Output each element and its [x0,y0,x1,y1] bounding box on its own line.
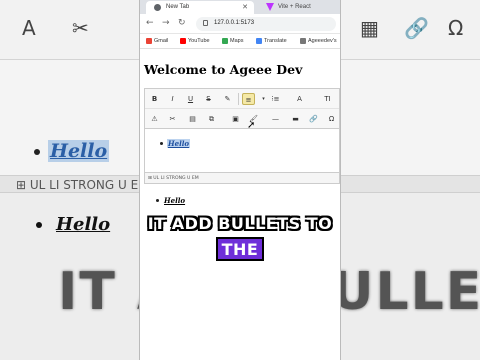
bookmark-label: YouTube [188,38,210,44]
strikethrough-button[interactable]: S [202,93,215,105]
navigation-bar: ← → ↻ 127.0.0.1:5173 [140,14,340,34]
bookmark-label: Maps [230,38,244,44]
rendered-output-item: Hello [164,196,186,205]
bullet-icon [156,199,159,202]
caption-line-2: THE [215,237,265,261]
font-color-button[interactable]: A [293,93,306,105]
bookmark-label: Ageeedev's [308,38,337,44]
back-icon[interactable]: ← [146,18,154,28]
bookmark-translate[interactable]: Translate [256,38,287,44]
bg-editor-hello: Hello [33,140,110,162]
tab-label: New Tab [166,4,190,10]
bullet-icon [160,142,163,145]
chrome-icon [154,4,161,11]
font-size-button[interactable]: TI [321,93,334,105]
tab-label: Vite + React [278,4,311,10]
editor-toolbar-row-2: ⚠ ✂ ▤ ⧉ ▣ 🖌 — ▬ 🔗 Ω [145,109,339,129]
bg-cut-icon: ✂ [72,16,89,40]
cut-button[interactable]: ✂ [166,113,179,125]
bookmark-label: Translate [264,38,287,44]
close-icon[interactable]: ✕ [242,3,248,11]
bold-button[interactable]: B [148,93,161,105]
paste-button[interactable]: ⧉ [205,113,218,125]
horizontal-rule-button[interactable]: — [269,113,282,125]
caption-line-1: IT ADD BULLETS TO [147,214,333,233]
lock-icon [203,20,208,26]
vite-icon [266,3,274,11]
bg-table-icon: ▦ [360,16,379,40]
tab-bar: New Tab ✕ Vite + React [140,0,340,14]
youtube-icon [180,38,186,44]
translate-icon [256,38,262,44]
tab-new-tab[interactable]: New Tab ✕ [146,1,254,14]
numbered-list-button[interactable]: ⁝≡ [269,93,282,105]
folder-icon [300,38,306,44]
bookmark-youtube[interactable]: YouTube [180,38,210,44]
editor-toolbar-row-1: B I U S ✎ ≡ ▾ ⁝≡ A TI [145,89,339,109]
copy-button[interactable]: ▤ [186,113,199,125]
gmail-icon [146,38,152,44]
bookmark-ageeedev[interactable]: Ageeedev's [300,38,337,44]
bg-link-icon: 🔗 [404,16,429,40]
table-button[interactable]: ▬ [289,113,302,125]
video-caption: IT ADD BULLETS TO THE [0,214,480,261]
link-button[interactable]: 🔗 [307,113,320,125]
maps-icon [222,38,228,44]
editor-list-item: Hello [167,139,191,148]
bookmark-maps[interactable]: Maps [222,38,243,44]
special-char-button[interactable]: Ω [325,113,338,125]
image-button[interactable]: ▣ [229,113,242,125]
warning-icon[interactable]: ⚠ [148,113,161,125]
toolbar-divider [238,93,239,105]
editor-element-path: ⊞ UL LI STRONG U EM [145,172,339,183]
underline-button[interactable]: U [184,93,197,105]
bg-omega-icon: Ω [448,16,464,40]
rich-text-editor: B I U S ✎ ≡ ▾ ⁝≡ A TI ⚠ ✂ ▤ ⧉ ▣ 🖌 — ▬ 🔗 … [144,88,340,184]
bookmarks-bar: Gmail YouTube Maps Translate Ageeedev's [140,34,340,49]
bookmark-label: Gmail [154,38,169,44]
tab-vite-react[interactable]: Vite + React [258,1,338,14]
bg-font-color-icon: A [22,16,36,40]
editor-content-area[interactable]: Hello [145,130,339,172]
address-text: 127.0.0.1:5173 [214,20,255,26]
reload-icon[interactable]: ↻ [178,18,186,28]
page-content: Welcome to Ageee Dev B I U S ✎ ≡ ▾ ⁝≡ A … [140,50,340,360]
forward-icon[interactable]: → [162,18,170,28]
clear-format-button[interactable]: ✎ [221,93,234,105]
bookmark-gmail[interactable]: Gmail [146,38,168,44]
page-title: Welcome to Ageee Dev [144,62,303,77]
address-bar[interactable]: 127.0.0.1:5173 [196,17,336,31]
italic-button[interactable]: I [166,93,179,105]
browser-window: New Tab ✕ Vite + React ← → ↻ 127.0.0.1:5… [139,0,341,360]
bullet-list-button[interactable]: ≡ [242,93,255,105]
